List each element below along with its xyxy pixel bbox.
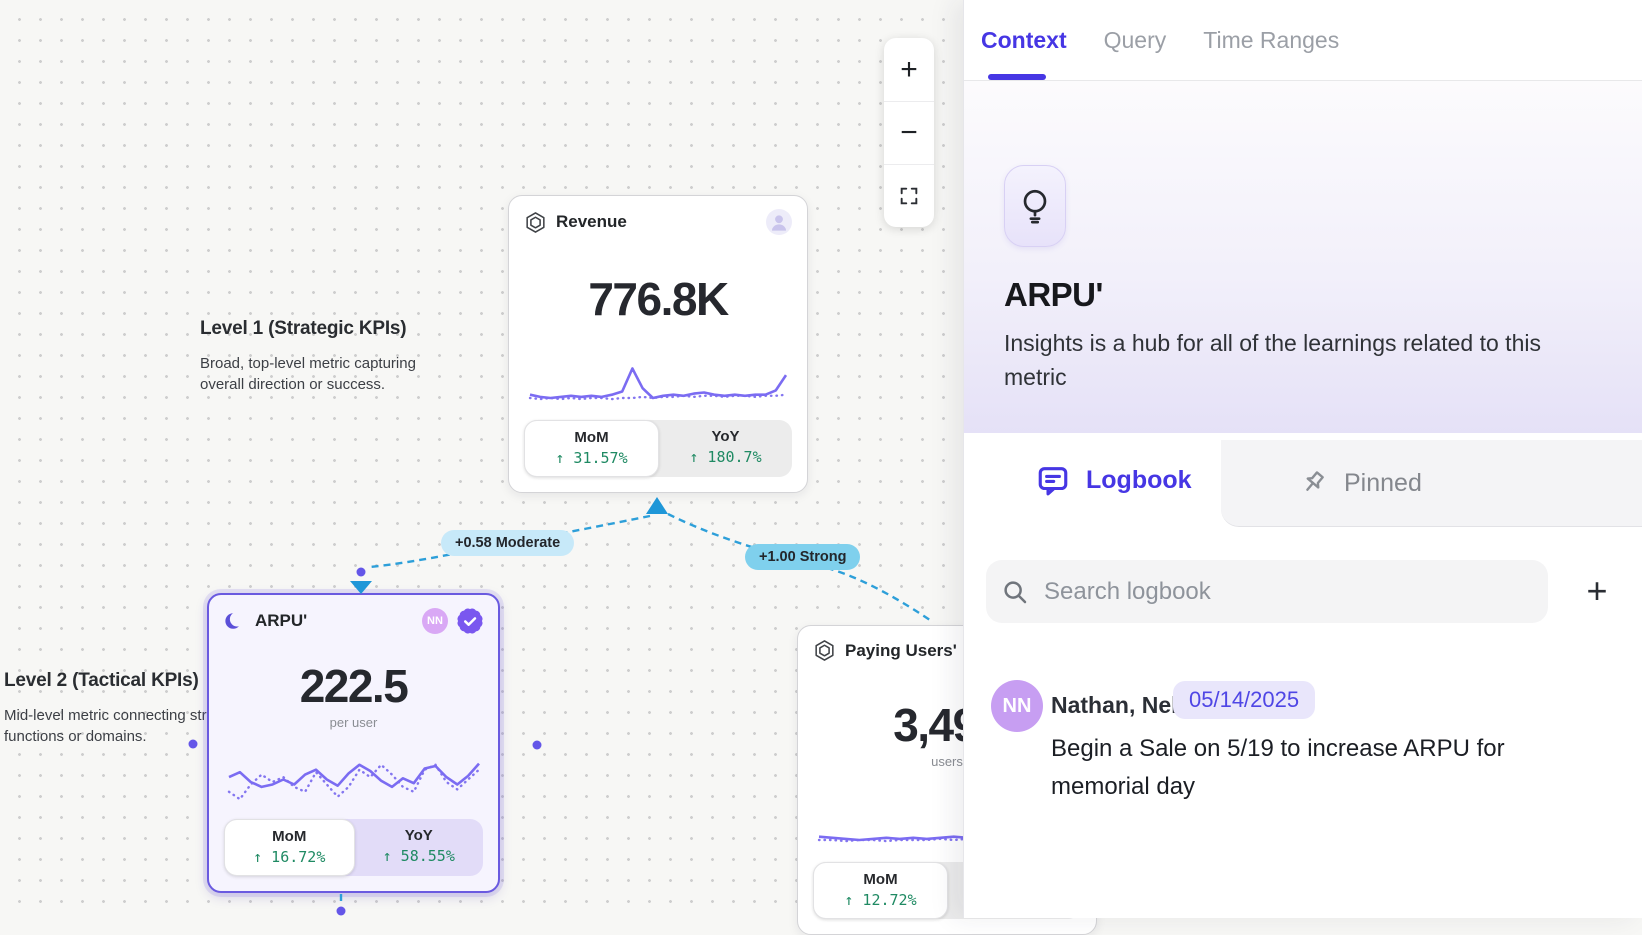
verified-badge-icon	[457, 608, 483, 634]
logbook-pinned-tabs: Logbook Pinned	[964, 433, 1642, 527]
search-input[interactable]	[1044, 578, 1548, 606]
active-tab-underline	[988, 74, 1046, 80]
correlation-label-strong: +1.00 Strong	[745, 544, 860, 570]
hexagon-metric-icon	[813, 639, 836, 662]
zoom-in-button[interactable]: +	[884, 38, 934, 101]
collaborator-badge: NN	[422, 608, 448, 634]
metric-value: 776.8K	[588, 272, 727, 326]
pushpin-icon	[1298, 468, 1328, 498]
hexagon-metric-icon	[524, 211, 547, 234]
entry-text: Begin a Sale on 5/19 to increase ARPU fo…	[1051, 730, 1531, 806]
metric-unit: users	[931, 754, 963, 769]
canvas-zoom-controls: + −	[884, 38, 934, 227]
fit-view-button[interactable]	[884, 164, 934, 227]
metric-description: Insights is a hub for all of the learnin…	[1004, 326, 1569, 394]
connection-handle-top[interactable]	[357, 568, 366, 577]
card-title: Revenue	[556, 212, 627, 232]
zoom-out-button[interactable]: −	[884, 101, 934, 164]
level-1-description: Broad, top-level metric capturing overal…	[200, 353, 450, 395]
tab-pinned[interactable]: Pinned	[1221, 440, 1642, 527]
pinned-label: Pinned	[1344, 469, 1422, 498]
mom-label: MoM	[814, 871, 947, 888]
crescent-moon-icon	[224, 610, 246, 632]
correlation-label-moderate: +0.58 Moderate	[441, 530, 574, 556]
mom-label: MoM	[525, 429, 658, 446]
logbook-chat-icon	[1036, 463, 1070, 497]
mom-value: ↑ 12.72%	[814, 891, 947, 909]
entry-date-badge: 05/14/2025	[1173, 681, 1315, 719]
metric-unit: per user	[330, 715, 378, 730]
mom-stat[interactable]: MoM ↑ 12.72%	[813, 862, 948, 919]
owner-avatar-icon	[766, 209, 792, 235]
yoy-stat[interactable]: YoY ↑ 58.55%	[355, 819, 484, 876]
level-1-title: Level 1 (Strategic KPIs)	[200, 318, 450, 340]
metric-detail-panel: Context Query Time Ranges ARPU' Insights…	[963, 0, 1642, 918]
yoy-value: ↑ 58.55%	[355, 847, 484, 865]
tab-context[interactable]: Context	[981, 27, 1067, 54]
logbook-searchbox[interactable]	[986, 560, 1548, 623]
mom-value: ↑ 31.57%	[525, 449, 658, 467]
yoy-label: YoY	[659, 428, 792, 445]
logbook-toolbar: +	[964, 560, 1642, 623]
metric-value: 222.5	[300, 659, 408, 713]
yoy-value: ↑ 180.7%	[659, 448, 792, 466]
tab-logbook[interactable]: Logbook	[964, 433, 1221, 527]
insights-icon-tile	[1004, 165, 1066, 247]
yoy-label: YoY	[355, 827, 484, 844]
metric-card-arpu[interactable]: ARPU' NN 222.5 per user MoM ↑ 16.72% YoY	[207, 593, 500, 893]
logbook-label: Logbook	[1086, 466, 1192, 495]
metric-hero: ARPU' Insights is a hub for all of the l…	[964, 81, 1642, 433]
metric-card-revenue[interactable]: Revenue 776.8K MoM ↑ 31.57% YoY ↑ 180.7%	[508, 195, 808, 493]
metric-title: ARPU'	[1004, 276, 1103, 314]
tab-query[interactable]: Query	[1104, 27, 1167, 54]
sparkline-chart	[225, 755, 483, 809]
mom-stat[interactable]: MoM ↑ 16.72%	[224, 819, 355, 876]
connection-handle-bottom[interactable]	[337, 907, 346, 916]
metric-tree-canvas[interactable]: Level 1 (Strategic KPIs) Broad, top-leve…	[0, 0, 963, 918]
card-title: Paying Users'	[845, 641, 957, 661]
mom-label: MoM	[225, 828, 354, 845]
add-log-entry-button[interactable]: +	[1572, 566, 1622, 616]
mom-stat[interactable]: MoM ↑ 31.57%	[524, 420, 659, 477]
tab-time-ranges[interactable]: Time Ranges	[1203, 27, 1339, 54]
card-title: ARPU'	[255, 611, 307, 631]
lightbulb-icon	[1016, 185, 1054, 227]
connection-handle-right[interactable]	[533, 741, 542, 750]
yoy-stat[interactable]: YoY ↑ 180.7%	[659, 420, 792, 477]
mom-value: ↑ 16.72%	[225, 848, 354, 866]
sparkline-chart	[526, 362, 790, 410]
panel-tab-bar: Context Query Time Ranges	[964, 0, 1642, 81]
search-icon	[1000, 577, 1030, 607]
arrowhead-into-revenue	[646, 497, 668, 514]
fit-view-icon	[898, 185, 920, 207]
author-avatar: NN	[991, 680, 1043, 732]
level-1-annotation: Level 1 (Strategic KPIs) Broad, top-leve…	[200, 318, 450, 395]
